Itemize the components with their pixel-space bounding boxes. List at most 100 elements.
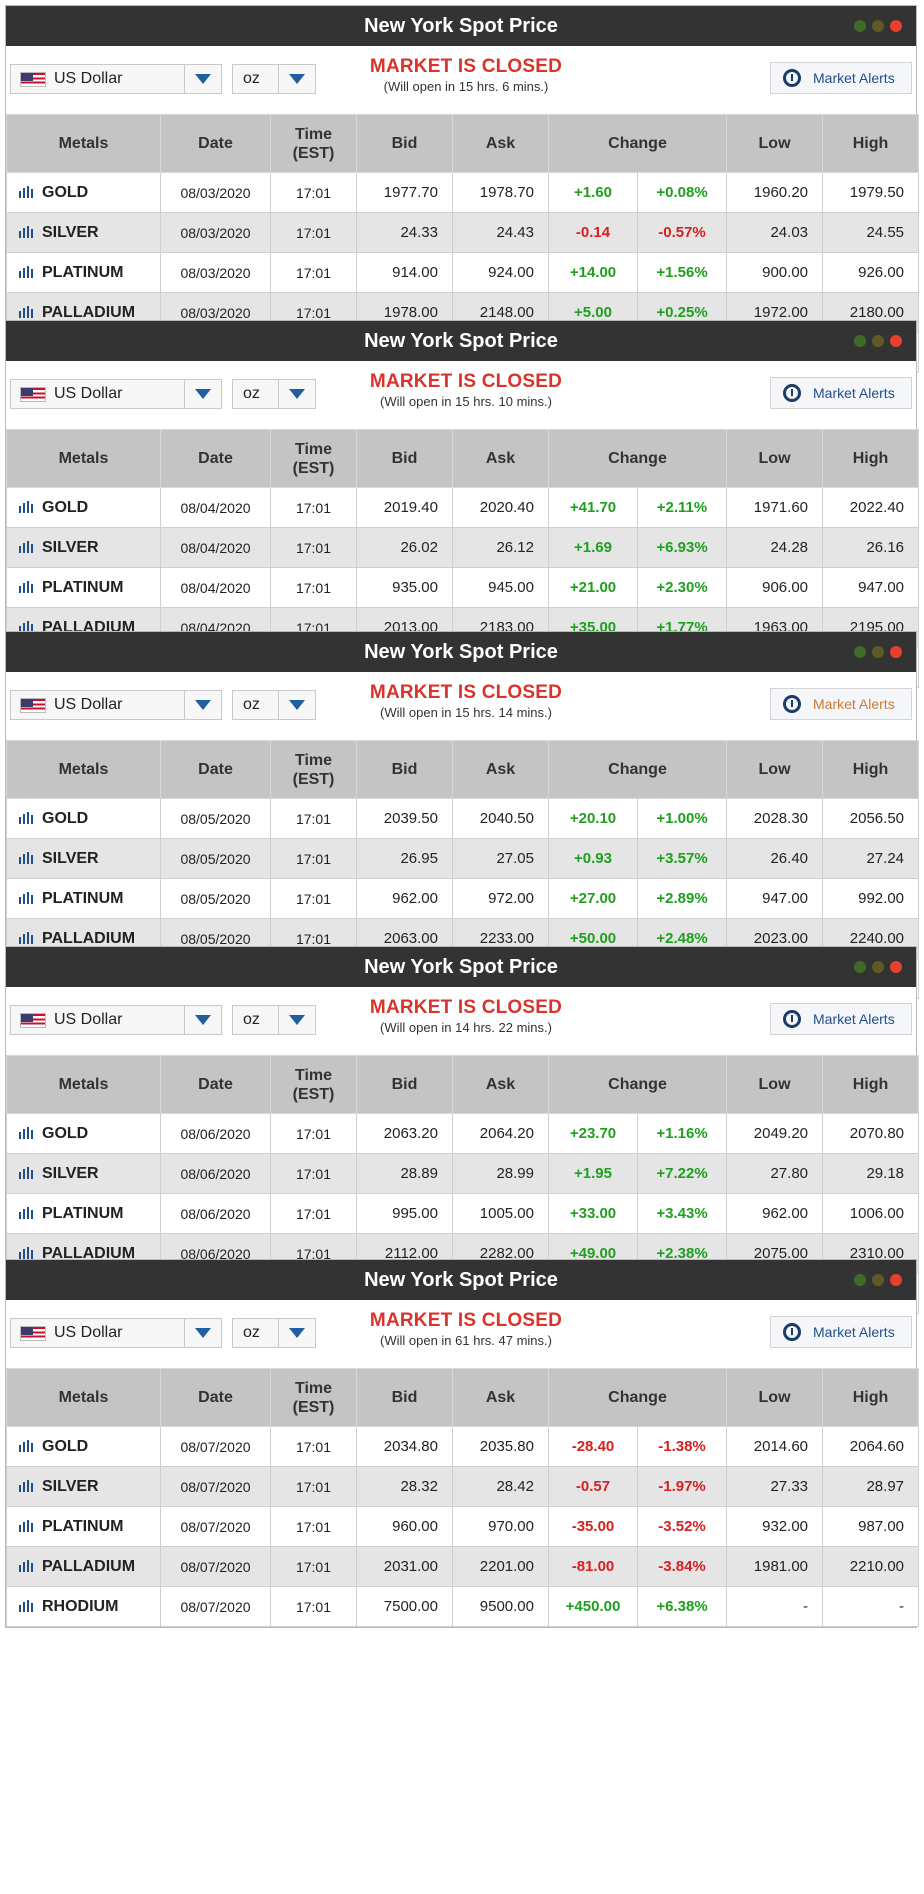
- chart-bars-icon[interactable]: [19, 265, 33, 278]
- maximize-dot-icon[interactable]: [872, 1274, 884, 1286]
- time-cell: 17:01: [270, 1466, 357, 1507]
- metal-cell[interactable]: PLATINUM: [6, 1506, 161, 1547]
- metal-cell[interactable]: SILVER: [6, 1466, 161, 1507]
- chart-bars-icon[interactable]: [19, 1206, 33, 1219]
- currency-select[interactable]: US Dollar: [10, 1005, 222, 1035]
- metal-cell[interactable]: GOLD: [6, 1113, 161, 1154]
- metal-name[interactable]: PLATINUM: [42, 1518, 123, 1535]
- chart-bars-icon[interactable]: [19, 811, 33, 824]
- low-cell: 1971.60: [726, 487, 824, 528]
- metal-cell[interactable]: SILVER: [6, 527, 161, 568]
- metal-name[interactable]: SILVER: [42, 850, 99, 867]
- metal-name[interactable]: SILVER: [42, 1165, 99, 1182]
- currency-dropdown-button[interactable]: [184, 380, 221, 408]
- chart-bars-icon[interactable]: [19, 1559, 33, 1572]
- unit-select[interactable]: oz: [232, 1005, 316, 1035]
- chart-bars-icon[interactable]: [19, 1166, 33, 1179]
- chart-bars-icon[interactable]: [19, 305, 33, 318]
- close-dot-icon[interactable]: [890, 646, 902, 658]
- maximize-dot-icon[interactable]: [872, 961, 884, 973]
- metal-name[interactable]: PALLADIUM: [42, 1558, 135, 1575]
- chart-bars-icon[interactable]: [19, 500, 33, 513]
- metal-name[interactable]: PALLADIUM: [42, 304, 135, 321]
- maximize-dot-icon[interactable]: [872, 646, 884, 658]
- currency-dropdown-button[interactable]: [184, 1006, 221, 1034]
- metal-cell[interactable]: SILVER: [6, 838, 161, 879]
- metal-cell[interactable]: SILVER: [6, 1153, 161, 1194]
- market-alerts-button[interactable]: Market Alerts: [770, 1316, 912, 1348]
- metal-cell[interactable]: RHODIUM: [6, 1586, 161, 1627]
- change-percent-cell: +7.22%: [636, 1153, 728, 1194]
- currency-dropdown-button[interactable]: [184, 65, 221, 93]
- metal-cell[interactable]: GOLD: [6, 172, 161, 213]
- chart-bars-icon[interactable]: [19, 1519, 33, 1532]
- close-dot-icon[interactable]: [890, 1274, 902, 1286]
- minimize-dot-icon[interactable]: [854, 20, 866, 32]
- metal-cell[interactable]: PALLADIUM: [6, 1546, 161, 1587]
- unit-select[interactable]: oz: [232, 690, 316, 720]
- metal-name[interactable]: GOLD: [42, 499, 88, 516]
- metal-name[interactable]: GOLD: [42, 1125, 88, 1142]
- metal-name[interactable]: SILVER: [42, 539, 99, 556]
- metal-name[interactable]: PLATINUM: [42, 264, 123, 281]
- metal-name[interactable]: PALLADIUM: [42, 930, 135, 947]
- metal-name[interactable]: GOLD: [42, 184, 88, 201]
- metal-name[interactable]: RHODIUM: [42, 1598, 118, 1615]
- metal-cell[interactable]: PLATINUM: [6, 567, 161, 608]
- date-cell: 08/06/2020: [160, 1193, 271, 1234]
- unit-select[interactable]: oz: [232, 379, 316, 409]
- chart-bars-icon[interactable]: [19, 1246, 33, 1259]
- minimize-dot-icon[interactable]: [854, 646, 866, 658]
- unit-select[interactable]: oz: [232, 64, 316, 94]
- metal-cell[interactable]: PLATINUM: [6, 1193, 161, 1234]
- currency-select[interactable]: US Dollar: [10, 1318, 222, 1348]
- metal-cell[interactable]: PLATINUM: [6, 252, 161, 293]
- col-header-bid: Bid: [356, 740, 453, 799]
- market-alerts-button[interactable]: Market Alerts: [770, 1003, 912, 1035]
- metal-name[interactable]: GOLD: [42, 1438, 88, 1455]
- col-header-date: Date: [160, 1055, 271, 1114]
- unit-select[interactable]: oz: [232, 1318, 316, 1348]
- chart-bars-icon[interactable]: [19, 931, 33, 944]
- maximize-dot-icon[interactable]: [872, 335, 884, 347]
- market-alerts-button[interactable]: Market Alerts: [770, 377, 912, 409]
- chart-bars-icon[interactable]: [19, 1479, 33, 1492]
- metal-cell[interactable]: SILVER: [6, 212, 161, 253]
- metal-name[interactable]: GOLD: [42, 810, 88, 827]
- metal-name[interactable]: SILVER: [42, 224, 99, 241]
- currency-dropdown-button[interactable]: [184, 691, 221, 719]
- minimize-dot-icon[interactable]: [854, 1274, 866, 1286]
- metal-cell[interactable]: GOLD: [6, 1426, 161, 1467]
- panel-controls: US Dollar oz MARKET IS CLOSED (Will open…: [6, 361, 916, 429]
- maximize-dot-icon[interactable]: [872, 20, 884, 32]
- minimize-dot-icon[interactable]: [854, 961, 866, 973]
- metal-name[interactable]: PLATINUM: [42, 890, 123, 907]
- currency-select[interactable]: US Dollar: [10, 64, 222, 94]
- currency-select[interactable]: US Dollar: [10, 690, 222, 720]
- chart-bars-icon[interactable]: [19, 1599, 33, 1612]
- currency-dropdown-button[interactable]: [184, 1319, 221, 1347]
- chart-bars-icon[interactable]: [19, 225, 33, 238]
- metal-cell[interactable]: GOLD: [6, 487, 161, 528]
- metal-cell[interactable]: PLATINUM: [6, 878, 161, 919]
- chart-bars-icon[interactable]: [19, 540, 33, 553]
- currency-select[interactable]: US Dollar: [10, 379, 222, 409]
- chart-bars-icon[interactable]: [19, 185, 33, 198]
- market-alerts-button[interactable]: Market Alerts: [770, 62, 912, 94]
- chart-bars-icon[interactable]: [19, 851, 33, 864]
- chart-bars-icon[interactable]: [19, 580, 33, 593]
- chart-bars-icon[interactable]: [19, 1439, 33, 1452]
- metal-name[interactable]: SILVER: [42, 1478, 99, 1495]
- close-dot-icon[interactable]: [890, 961, 902, 973]
- chart-bars-icon[interactable]: [19, 891, 33, 904]
- col-header-time-line1: Time: [294, 1066, 333, 1084]
- change-cell: +41.70: [548, 487, 638, 528]
- chart-bars-icon[interactable]: [19, 1126, 33, 1139]
- minimize-dot-icon[interactable]: [854, 335, 866, 347]
- close-dot-icon[interactable]: [890, 20, 902, 32]
- metal-cell[interactable]: GOLD: [6, 798, 161, 839]
- market-alerts-button[interactable]: Market Alerts: [770, 688, 912, 720]
- metal-name[interactable]: PLATINUM: [42, 1205, 123, 1222]
- metal-name[interactable]: PLATINUM: [42, 579, 123, 596]
- close-dot-icon[interactable]: [890, 335, 902, 347]
